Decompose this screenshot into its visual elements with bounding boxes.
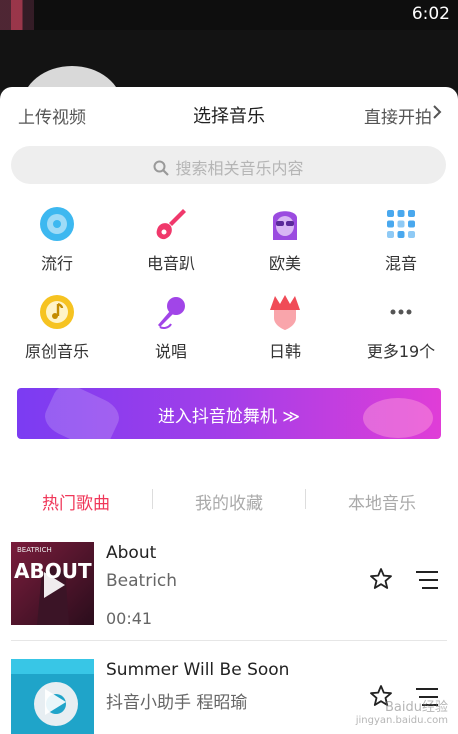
dance-machine-banner[interactable]: 进入抖音尬舞机 ≫ (17, 388, 441, 439)
song-title: Summer Will Be Soon (106, 660, 290, 680)
mosaic-app-icon (0, 0, 34, 30)
category-pop[interactable]: 流行 (12, 206, 102, 274)
cover-subtext: BEATRICH (17, 546, 52, 554)
category-label: 原创音乐 (24, 342, 89, 361)
more-dots-icon (383, 294, 419, 330)
sheet-header: 上传视频 选择音乐 直接开拍 (0, 87, 458, 139)
microphone-icon (153, 294, 189, 330)
category-remix[interactable]: 混音 (356, 206, 446, 274)
shoot-directly-button[interactable]: 直接开拍 (364, 103, 432, 128)
category-label: 更多19个 (366, 342, 436, 361)
song-artist: 抖音小助手 程昭瑜 (106, 693, 248, 713)
category-label: 电音趴 (146, 254, 195, 273)
more-options-icon[interactable] (415, 569, 439, 591)
category-label: 流行 (40, 254, 73, 273)
category-western[interactable]: 欧美 (240, 206, 330, 274)
watermark: Baidu经验 jingyan.baidu.com (356, 696, 448, 726)
music-picker-sheet: 上传视频 选择音乐 直接开拍 搜索相关音乐内容 流行 电音趴 欧美 混音 原创音… (0, 87, 458, 734)
music-tabs: 热门歌曲 我的收藏 本地音乐 (0, 485, 458, 517)
search-input[interactable]: 搜索相关音乐内容 (11, 146, 446, 184)
category-label: 说唱 (154, 342, 187, 361)
music-note-circle-icon (39, 294, 75, 330)
favorite-star-icon[interactable] (369, 567, 393, 591)
tab-hot-songs[interactable]: 热门歌曲 (0, 489, 152, 514)
search-placeholder: 搜索相关音乐内容 (175, 159, 304, 178)
category-more[interactable]: 更多19个 (356, 294, 446, 362)
category-original[interactable]: 原创音乐 (12, 294, 102, 362)
backdrop (0, 30, 458, 146)
watermark-line1: Baidu经验 (385, 700, 448, 715)
category-label: 混音 (384, 254, 417, 273)
category-jpkr[interactable]: 日韩 (240, 294, 330, 362)
mixer-grid-icon (383, 206, 419, 242)
chevron-right-icon[interactable] (432, 105, 442, 119)
song-title: About (106, 543, 157, 563)
category-label: 日韩 (268, 342, 301, 361)
song-artist: Beatrich (106, 571, 178, 591)
category-rap[interactable]: 说唱 (126, 294, 216, 362)
song-row[interactable]: BEATRICH ABOUT About Beatrich 00:41 (0, 542, 458, 642)
category-electronic[interactable]: 电音趴 (126, 206, 216, 274)
person-sunglasses-icon (267, 206, 303, 242)
album-cover[interactable]: BEATRICH ABOUT (11, 542, 94, 625)
song-divider (11, 640, 447, 641)
category-label: 欧美 (268, 254, 301, 273)
watermark-line2: jingyan.baidu.com (355, 715, 448, 726)
tab-local-music[interactable]: 本地音乐 (306, 489, 458, 514)
status-time: 6:02 (411, 4, 450, 24)
electric-guitar-icon (153, 206, 189, 242)
song-duration: 00:41 (106, 609, 153, 628)
search-icon (153, 160, 170, 176)
banner-text: 进入抖音尬舞机 ≫ (157, 407, 301, 427)
tab-favorites[interactable]: 我的收藏 (153, 489, 305, 514)
vinyl-disc-icon (39, 206, 75, 242)
album-cover[interactable] (11, 659, 94, 734)
status-bar: 6:02 (0, 0, 458, 30)
spiky-hair-icon (267, 294, 303, 330)
